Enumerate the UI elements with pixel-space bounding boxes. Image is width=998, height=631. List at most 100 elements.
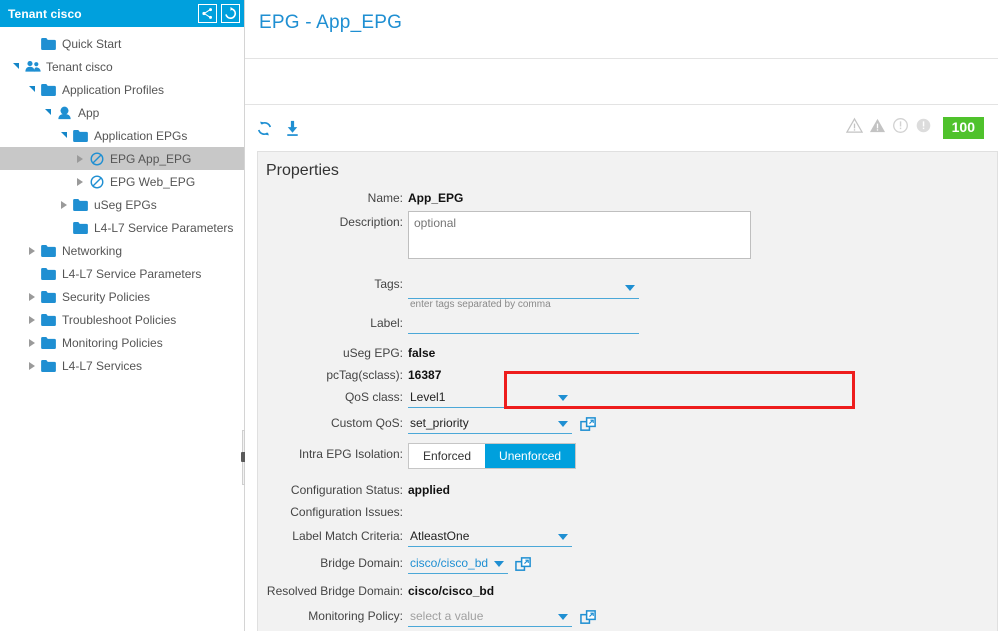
sidebar-title: Tenant cisco — [8, 6, 82, 21]
refresh-button[interactable] — [255, 119, 274, 138]
name-value: App_EPG — [408, 191, 464, 205]
label-field-input[interactable] — [408, 314, 639, 334]
download-icon — [287, 120, 298, 136]
tags-helper-text: enter tags separated by comma — [410, 298, 551, 310]
monitoring-policy-open-button[interactable] — [580, 609, 597, 626]
folder-icon — [39, 313, 58, 326]
chevron-down-icon[interactable] — [8, 62, 23, 69]
chevron-right-icon[interactable] — [24, 338, 39, 347]
chevron-right-icon[interactable] — [56, 200, 71, 209]
folder-icon — [41, 313, 56, 326]
description-input[interactable] — [408, 211, 751, 259]
properties-panel: Properties Name: App_EPG Description: Ta… — [257, 151, 998, 631]
monitoring-policy-select[interactable]: select a value — [408, 607, 572, 627]
chevron-down-icon — [625, 285, 635, 291]
chevron-right-icon[interactable] — [24, 292, 39, 301]
configuration-status-value: applied — [408, 483, 451, 497]
topology-icon-button[interactable] — [198, 4, 217, 23]
tree-item-label: uSeg EPGs — [94, 197, 157, 212]
info-circle-outline-icon[interactable] — [892, 117, 909, 139]
pctag-value: 16387 — [408, 368, 442, 382]
toolbar-left-actions — [255, 119, 302, 138]
tree-item-application-profiles[interactable]: Application Profiles — [0, 78, 244, 101]
tree-item-label: Application Profiles — [62, 82, 165, 97]
chevron-right-icon[interactable] — [24, 246, 39, 255]
qos-class-row: QoS class: Level1 — [258, 386, 997, 408]
chevron-down-icon[interactable] — [40, 108, 55, 115]
tree-item-label: EPG App_EPG — [110, 151, 192, 166]
folder-icon — [39, 290, 58, 303]
bridge-domain-open-button[interactable] — [515, 556, 532, 573]
tree-item-label: Quick Start — [62, 36, 122, 51]
folder-icon — [41, 359, 56, 372]
tags-input[interactable] — [408, 279, 639, 299]
tree-item-application-epgs[interactable]: Application EPGs — [0, 124, 244, 147]
custom-qos-label: Custom QoS: — [330, 416, 403, 430]
folder-icon — [39, 244, 58, 257]
label-match-criteria-select[interactable]: AtleastOne — [408, 527, 572, 547]
tree-item-troubleshoot-policies[interactable]: Troubleshoot Policies — [0, 308, 244, 331]
qos-class-select[interactable]: Level1 — [408, 388, 572, 408]
epg-icon — [90, 152, 103, 165]
name-label: Name: — [367, 191, 403, 205]
health-score-badge[interactable]: 100 — [942, 117, 984, 139]
tree-item-l4-l7-service-parameters[interactable]: L4-L7 Service Parameters — [0, 262, 244, 285]
tree-item-networking[interactable]: Networking — [0, 239, 244, 262]
chevron-down-icon[interactable] — [24, 85, 39, 92]
tree-item-useg-epgs[interactable]: uSeg EPGs — [0, 193, 244, 216]
label-field-label: Label: — [370, 315, 403, 330]
tree-item-label: L4-L7 Service Parameters — [94, 220, 234, 235]
intra-epg-isolation-option-unenforced[interactable]: Unenforced — [485, 444, 576, 468]
warning-triangle-outline-icon[interactable] — [845, 117, 863, 139]
pctag-row: pcTag(sclass): 16387 — [258, 364, 997, 386]
bridge-domain-select[interactable]: cisco/cisco_bd — [408, 554, 508, 574]
qos-class-value: Level1 — [410, 390, 446, 404]
page-title: EPG - App_EPG — [259, 12, 403, 33]
content-toolbar: 100 — [245, 105, 998, 151]
warning-triangle-filled-icon[interactable] — [869, 117, 886, 139]
folder-icon — [73, 129, 88, 142]
tree-item-monitoring-policies[interactable]: Monitoring Policies — [0, 331, 244, 354]
tree-item-l4-l7-service-parameters[interactable]: L4-L7 Service Parameters — [0, 216, 244, 239]
download-button[interactable] — [283, 119, 302, 138]
chevron-right-icon[interactable] — [24, 361, 39, 370]
tags-row: Tags: enter tags separated by comma — [258, 273, 997, 310]
open-in-new-window-icon — [580, 609, 596, 624]
bridge-domain-label: Bridge Domain: — [320, 556, 403, 570]
folder-icon — [41, 336, 56, 349]
name-row: Name: App_EPG — [258, 187, 997, 209]
qos-class-label: QoS class: — [344, 390, 403, 404]
chevron-down-icon[interactable] — [56, 131, 71, 138]
chevron-right-icon[interactable] — [72, 177, 87, 186]
tree-item-epg-web-epg[interactable]: EPG Web_EPG — [0, 170, 244, 193]
navigation-tree: Quick Start Tenant cisco Application Profi… — [0, 27, 244, 377]
monitoring-policy-value: select a value — [410, 609, 484, 623]
sidebar-refresh-button[interactable] — [221, 4, 240, 23]
tree-item-l4-l7-services[interactable]: L4-L7 Services — [0, 354, 244, 377]
chevron-right-icon[interactable] — [72, 154, 87, 163]
navigation-sidebar: Tenant cisco Quick Start Tenant cisco Appl… — [0, 0, 246, 631]
app-icon — [55, 106, 74, 120]
chevron-down-icon — [558, 533, 568, 540]
folder-icon — [39, 37, 58, 50]
custom-qos-value: set_priority — [410, 416, 469, 430]
info-circle-filled-icon[interactable] — [915, 117, 932, 139]
tree-item-epg-app-epg[interactable]: EPG App_EPG — [0, 147, 244, 170]
bridge-domain-row: Bridge Domain: cisco/cisco_bd — [258, 552, 997, 574]
custom-qos-select[interactable]: set_priority — [408, 414, 572, 434]
tree-item-tenant-cisco[interactable]: Tenant cisco — [0, 55, 244, 78]
refresh-icon — [225, 7, 237, 19]
tree-item-quick-start[interactable]: Quick Start — [0, 32, 244, 55]
chevron-right-icon[interactable] — [24, 315, 39, 324]
epg-icon — [87, 152, 106, 166]
custom-qos-open-button[interactable] — [580, 416, 597, 433]
folder-icon — [41, 83, 56, 96]
folder-icon — [71, 221, 90, 234]
tree-item-app[interactable]: App — [0, 101, 244, 124]
main-content: EPG - App_EPG 100 Properties Name: App_E… — [245, 0, 998, 631]
folder-icon — [39, 336, 58, 349]
intra-epg-isolation-option-enforced[interactable]: Enforced — [409, 444, 486, 468]
tree-item-security-policies[interactable]: Security Policies — [0, 285, 244, 308]
intra-epg-isolation-label: Intra EPG Isolation: — [298, 447, 403, 461]
folder-icon — [39, 359, 58, 372]
